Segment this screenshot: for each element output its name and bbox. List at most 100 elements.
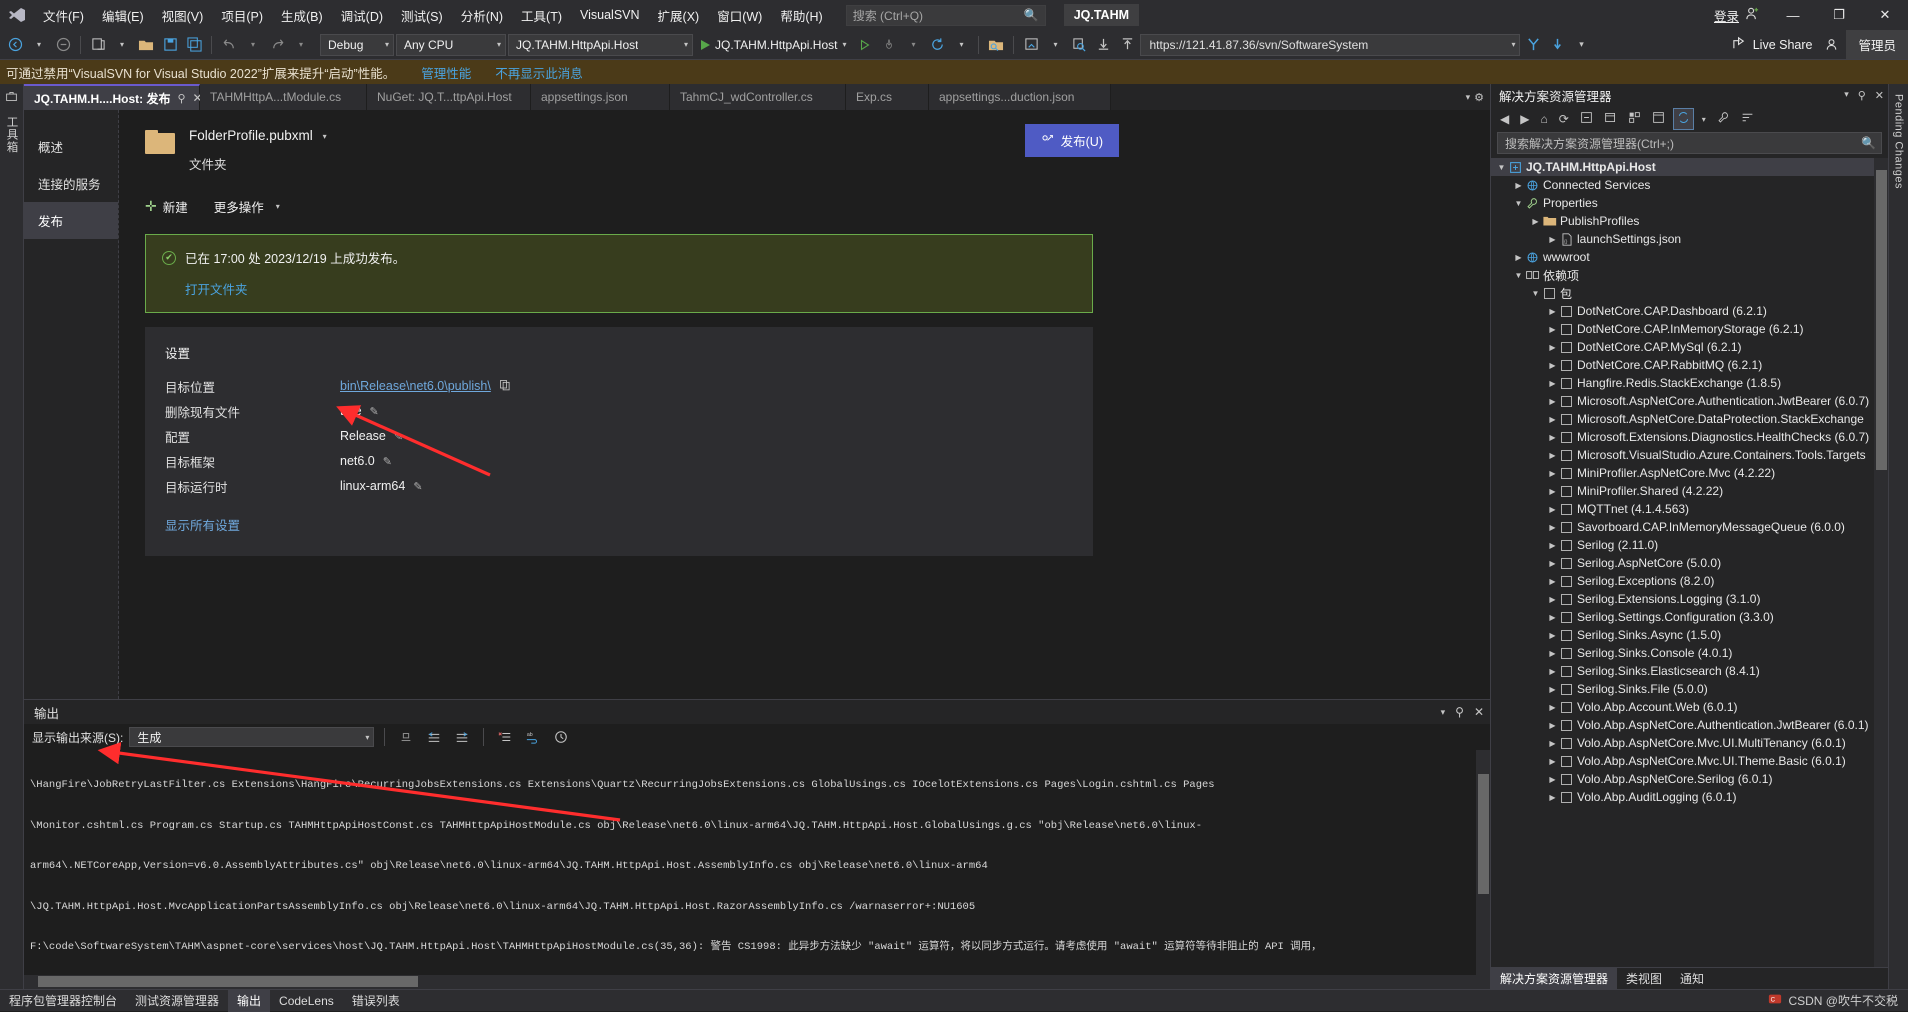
tab-appsettings-json[interactable]: appsettings.json <box>531 84 670 110</box>
play-outline-icon[interactable] <box>854 33 876 57</box>
sign-in-button[interactable]: 登录 <box>1704 6 1770 25</box>
tree-node[interactable]: ▶ Microsoft.AspNetCore.DataProtection.Sta… <box>1491 410 1888 428</box>
menu-item-file[interactable]: 文件(F) <box>34 1 93 30</box>
chevron-down-icon[interactable]: ▾ <box>323 132 327 141</box>
tree-node[interactable]: ▶ Volo.Abp.AspNetCore.Authentication.JwtB… <box>1491 716 1888 734</box>
tab-tahmhttpapihostmodule[interactable]: TAHMHttpA...tModule.cs <box>200 84 367 110</box>
chevron-right-icon[interactable]: ▶ <box>1546 469 1559 478</box>
chevron-right-icon[interactable]: ▶ <box>1546 685 1559 694</box>
tab-tahmcj-wdcontroller[interactable]: TahmCJ_wdController.cs <box>670 84 846 110</box>
chevron-down-icon[interactable]: ▼ <box>1495 163 1508 172</box>
menu-item-help[interactable]: 帮助(H) <box>771 1 831 30</box>
new-profile-button[interactable]: ✛ 新建 <box>145 197 188 216</box>
tree-node[interactable]: ▶ Volo.Abp.Account.Web (6.0.1) <box>1491 698 1888 716</box>
menu-item-project[interactable]: 项目(P) <box>212 1 272 30</box>
chevron-right-icon[interactable]: ▶ <box>1512 181 1525 190</box>
menu-item-tools[interactable]: 工具(T) <box>512 1 571 30</box>
solution-explorer-tree[interactable]: ▼ JQ.TAHM.HttpApi.Host ▶ Connected Services… <box>1491 158 1888 967</box>
wrench-icon[interactable] <box>1714 109 1733 129</box>
svn-update-icon[interactable] <box>1092 33 1114 57</box>
refresh-icon[interactable]: ⟳ <box>1556 110 1572 128</box>
close-icon[interactable]: ✕ <box>1875 89 1884 102</box>
wrap-right-icon[interactable] <box>451 725 473 749</box>
redo-icon[interactable] <box>266 33 288 57</box>
tree-node[interactable]: ▶ DotNetCore.CAP.RabbitMQ (6.2.1) <box>1491 356 1888 374</box>
svn-commit-icon[interactable] <box>1116 33 1138 57</box>
open-folder-icon[interactable] <box>135 33 157 57</box>
navigate-back-dropdown-icon[interactable]: ▾ <box>28 33 50 57</box>
chevron-right-icon[interactable]: ▶ <box>1529 217 1542 226</box>
chevron-right-icon[interactable]: ▶ <box>1546 559 1559 568</box>
edit-pencil-icon[interactable]: ✎ <box>394 430 403 443</box>
tree-node[interactable]: ▶ Serilog.Settings.Configuration (3.3.0) <box>1491 608 1888 626</box>
scrollbar-thumb[interactable] <box>38 976 418 987</box>
home-icon[interactable]: ⌂ <box>1537 110 1550 128</box>
hot-reload-icon[interactable] <box>878 33 900 57</box>
menu-item-extensions[interactable]: 扩展(X) <box>649 1 709 30</box>
tree-node[interactable]: ▶ Microsoft.AspNetCore.Authentication.Jwt… <box>1491 392 1888 410</box>
startup-project-combo[interactable]: JQ.TAHM.HttpApi.Host ▾ <box>508 33 693 56</box>
navigate-forward-icon[interactable] <box>52 33 74 57</box>
status-tab-test-explorer[interactable]: 测试资源管理器 <box>126 989 228 1012</box>
menu-item-analyze[interactable]: 分析(N) <box>452 1 512 30</box>
tree-node[interactable]: ▼ 包 <box>1491 284 1888 302</box>
find-icon[interactable] <box>1068 33 1090 57</box>
navigate-back-icon[interactable] <box>4 33 26 57</box>
output-horizontal-scrollbar[interactable] <box>24 975 1490 989</box>
scrollbar-thumb[interactable] <box>1478 774 1489 894</box>
publish-button[interactable]: 发布(U) <box>1024 124 1119 157</box>
chevron-right-icon[interactable]: ▶ <box>1546 451 1559 460</box>
chevron-right-icon[interactable]: ▶ <box>1546 667 1559 676</box>
home-dropdown-icon[interactable]: ▾ <box>1044 33 1066 57</box>
gear-icon[interactable]: ⚙ <box>1474 91 1484 104</box>
solution-explorer-icon[interactable] <box>985 33 1007 57</box>
tree-node[interactable]: ▶ DotNetCore.CAP.MySql (6.2.1) <box>1491 338 1888 356</box>
bottom-tab-class-view[interactable]: 类视图 <box>1617 967 1671 990</box>
tab-appsettings-production[interactable]: appsettings...duction.json <box>929 84 1111 110</box>
more-actions-button[interactable]: 更多操作 ▾ <box>214 197 280 216</box>
tree-node[interactable]: ▶ Microsoft.VisualStudio.Azure.Containers… <box>1491 446 1888 464</box>
chevron-right-icon[interactable]: ▶ <box>1512 253 1525 262</box>
chevron-right-icon[interactable]: ▶ <box>1546 235 1559 244</box>
person-icon[interactable] <box>1820 33 1842 57</box>
clear-all-icon[interactable] <box>494 725 516 749</box>
chevron-right-icon[interactable]: ▶ <box>1546 505 1559 514</box>
chevron-down-icon[interactable]: ▾ <box>1466 92 1471 103</box>
save-icon[interactable] <box>159 33 181 57</box>
dismiss-notification-link[interactable]: 不再显示此消息 <box>495 63 583 82</box>
scrollbar-thumb[interactable] <box>1876 170 1887 470</box>
menu-item-test[interactable]: 测试(S) <box>392 1 452 30</box>
menu-item-debug[interactable]: 调试(D) <box>332 1 392 30</box>
tree-node[interactable]: ▶ Serilog.Sinks.Console (4.0.1) <box>1491 644 1888 662</box>
maximize-button[interactable]: ❐ <box>1816 0 1862 30</box>
restart-icon[interactable] <box>926 33 948 57</box>
undo-icon[interactable] <box>218 33 240 57</box>
new-item-icon[interactable] <box>87 33 109 57</box>
hot-reload-dropdown-icon[interactable]: ▾ <box>902 33 924 57</box>
redo-dropdown-icon[interactable]: ▾ <box>290 33 312 57</box>
pin-icon[interactable]: ⚲ <box>177 92 185 105</box>
tree-node[interactable]: ▶ MQTTnet (4.1.4.563) <box>1491 500 1888 518</box>
bottom-tab-notifications[interactable]: 通知 <box>1671 967 1713 990</box>
status-tab-codelens[interactable]: CodeLens <box>270 991 343 1011</box>
preview-icon[interactable] <box>1649 109 1668 129</box>
tree-node[interactable]: ▶ Connected Services <box>1491 176 1888 194</box>
chevron-right-icon[interactable]: ▶ <box>1546 487 1559 496</box>
back-icon[interactable]: ◀ <box>1497 110 1512 128</box>
undo-dropdown-icon[interactable]: ▾ <box>242 33 264 57</box>
chevron-right-icon[interactable]: ▶ <box>1546 415 1559 424</box>
chevron-right-icon[interactable]: ▶ <box>1546 649 1559 658</box>
tree-node[interactable]: ▶ Volo.Abp.AspNetCore.Mvc.UI.Theme.Basic … <box>1491 752 1888 770</box>
chevron-right-icon[interactable]: ▶ <box>1546 541 1559 550</box>
tree-node[interactable]: ▶ Serilog.Exceptions (8.2.0) <box>1491 572 1888 590</box>
chevron-right-icon[interactable]: ▶ <box>1546 379 1559 388</box>
chevron-right-icon[interactable]: ▶ <box>1546 775 1559 784</box>
tab-nuget[interactable]: NuGet: JQ.T...ttpApi.Host <box>367 84 531 110</box>
tree-node[interactable]: ▶ Serilog.Sinks.File (5.0.0) <box>1491 680 1888 698</box>
word-wrap-icon[interactable]: ab <box>522 725 544 749</box>
show-all-settings-link[interactable]: 显示所有设置 <box>165 515 240 534</box>
svn-url-bar[interactable]: https://121.41.87.36/svn/SoftwareSystem … <box>1140 33 1521 56</box>
sidebar-item-publish[interactable]: 发布 <box>24 202 118 239</box>
tree-node[interactable]: ▶ PublishProfiles <box>1491 212 1888 230</box>
sidebar-item-overview[interactable]: 概述 <box>24 128 118 165</box>
